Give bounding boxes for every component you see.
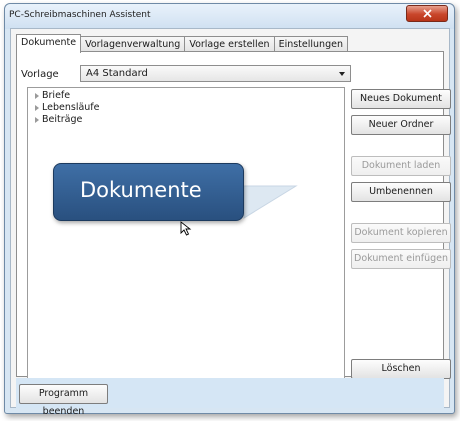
callout-text: Dokumente xyxy=(80,178,202,202)
mouse-pointer-icon xyxy=(180,221,192,236)
tutorial-callout: Dokumente xyxy=(53,163,244,221)
